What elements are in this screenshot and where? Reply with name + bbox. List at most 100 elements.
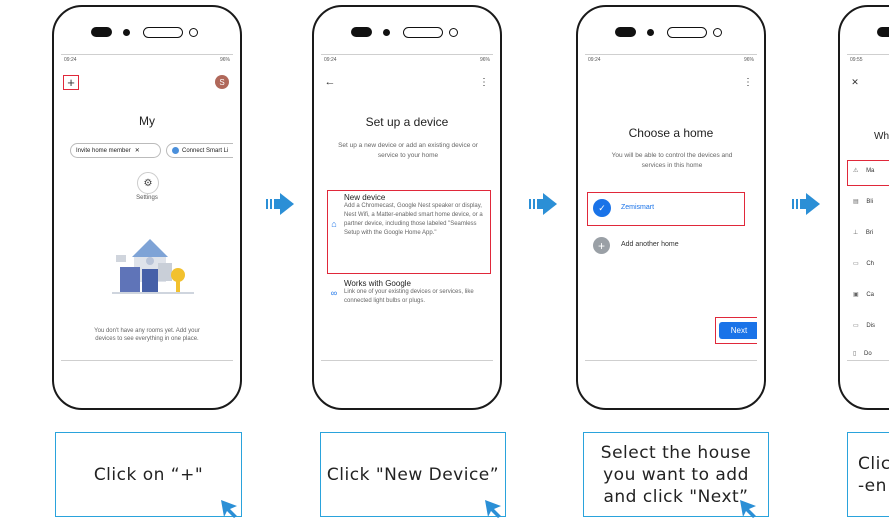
device-icon: ⚠ xyxy=(853,168,859,174)
device-item[interactable]: ⊥ Bri xyxy=(853,229,889,243)
status-battery: 96% xyxy=(479,57,490,63)
phone-4-viewport: 09:55 ✕ Wha ⚠ Ma ▤ Bli ⊥ Bri ▭ Ch ▣ xyxy=(820,0,889,420)
close-icon[interactable]: ✕ xyxy=(849,76,861,88)
status-battery: 96% xyxy=(219,57,230,63)
right-arrow-icon xyxy=(266,193,294,215)
back-arrow-icon[interactable]: ← xyxy=(323,75,337,89)
caption-text: Clic xyxy=(858,453,889,474)
status-bar: 09:24 96% xyxy=(324,57,490,63)
device-icon: ⊥ xyxy=(853,230,859,236)
chip-label: Invite home member xyxy=(76,147,131,154)
phone-3: 09:24 96% ⋮ Choose a home You will be ab… xyxy=(576,5,766,410)
phone-speaker xyxy=(314,27,500,39)
screen-4: 09:55 ✕ Wha ⚠ Ma ▤ Bli ⊥ Bri ▭ Ch ▣ xyxy=(847,54,889,361)
status-time: 09:24 xyxy=(64,57,77,63)
caption-step-1: Click on “+" xyxy=(55,432,242,518)
new-device-option[interactable]: ⌂ New device Add a Chromecast, Google Ne… xyxy=(329,191,489,271)
check-icon: ✓ xyxy=(593,199,611,217)
device-icon: ▭ xyxy=(853,261,859,267)
gear-icon[interactable]: ⚙ xyxy=(137,172,159,194)
works-with-google-option[interactable]: ∞ Works with Google Link one of your exi… xyxy=(329,279,489,319)
device-icon: ▭ xyxy=(853,323,859,329)
caption-text: Click "New Device” xyxy=(326,464,500,485)
avatar[interactable]: S xyxy=(215,75,229,89)
right-arrow-icon xyxy=(529,193,557,215)
next-button-label: Next xyxy=(730,326,748,335)
status-time: 09:24 xyxy=(324,57,337,63)
device-icon: ▣ xyxy=(853,292,859,298)
phone-speaker xyxy=(54,27,240,39)
page-subtitle: You will be able to control the devices … xyxy=(611,152,733,169)
next-button[interactable]: Next xyxy=(719,322,757,339)
device-label: Bli xyxy=(866,199,874,205)
home-label: Zemismart xyxy=(621,204,655,211)
caption-step-4: Clic -en xyxy=(847,432,889,517)
device-label: Do xyxy=(863,351,872,357)
screen-3: 09:24 96% ⋮ Choose a home You will be ab… xyxy=(585,54,757,361)
caption-text: Click on “+" xyxy=(93,464,204,485)
option-title: Works with Google xyxy=(344,279,411,288)
device-label: Dis xyxy=(866,323,876,329)
device-label: Ch xyxy=(866,261,875,267)
cursor-icon xyxy=(221,500,237,518)
status-bar: 09:55 xyxy=(850,57,889,63)
phone-speaker xyxy=(578,27,764,39)
more-vert-icon[interactable]: ⋮ xyxy=(478,75,490,89)
device-item[interactable]: ▭ Ch xyxy=(853,260,889,274)
status-bar: 09:24 96% xyxy=(64,57,230,63)
device-item[interactable]: ⚠ Ma xyxy=(853,167,889,181)
chip-label: Connect Smart Li xyxy=(182,147,229,154)
option-desc: Add a Chromecast, Google Nest speaker or… xyxy=(344,203,483,236)
phone-1: 09:24 96% + S My Invite home member ✕ Co… xyxy=(52,5,242,410)
status-time: 09:24 xyxy=(588,57,601,63)
page-title: Wha xyxy=(874,131,889,142)
device-item[interactable]: ▯ Do xyxy=(853,350,889,360)
device-icon: ▤ xyxy=(853,199,859,205)
device-icon: ▯ xyxy=(853,351,857,357)
home-item-zemismart[interactable]: ✓ Zemismart xyxy=(591,197,741,221)
phone-4: 09:55 ✕ Wha ⚠ Ma ▤ Bli ⊥ Bri ▭ Ch ▣ xyxy=(838,5,889,410)
option-desc: Link one of your existing devices or ser… xyxy=(344,289,474,304)
link-icon: ∞ xyxy=(330,288,338,298)
right-arrow-icon xyxy=(792,193,820,215)
device-label: Bri xyxy=(865,230,874,236)
empty-state-text: You don't have any rooms yet. Add your d… xyxy=(94,328,200,342)
connect-icon xyxy=(172,147,179,154)
device-item[interactable]: ▭ Dis xyxy=(853,322,889,336)
page-subtitle: Set up a new device or add an existing d… xyxy=(338,142,478,159)
more-vert-icon[interactable]: ⋮ xyxy=(742,75,754,89)
page-title: Choose a home xyxy=(628,126,714,140)
home-icon: ⌂ xyxy=(331,219,337,229)
phone-2: 09:24 96% ← ⋮ Set up a device Set up a n… xyxy=(312,5,502,410)
page-title: Set up a device xyxy=(365,115,449,129)
phone-speaker xyxy=(840,27,889,39)
avatar-letter: S xyxy=(219,77,225,87)
settings-label: Settings xyxy=(136,195,158,201)
invite-home-member-chip[interactable]: Invite home member ✕ xyxy=(70,143,161,158)
caption-step-2: Click "New Device” xyxy=(320,432,506,518)
status-battery: 96% xyxy=(743,57,754,63)
device-item[interactable]: ▤ Bli xyxy=(853,198,889,212)
caption-step-3: Select the house you want to add and cli… xyxy=(583,432,769,518)
connect-smart-chip[interactable]: Connect Smart Li xyxy=(166,143,233,158)
screen-1: 09:24 96% + S My Invite home member ✕ Co… xyxy=(61,54,233,361)
caption-text: -en xyxy=(858,475,887,496)
close-icon: ✕ xyxy=(134,148,140,154)
status-time: 09:55 xyxy=(850,57,863,63)
device-label: Ma xyxy=(866,168,875,174)
screen-2: 09:24 96% ← ⋮ Set up a device Set up a n… xyxy=(321,54,493,361)
status-bar: 09:24 96% xyxy=(588,57,754,63)
caption-text-wrap: Clic -en xyxy=(858,453,889,497)
device-item[interactable]: ▣ Ca xyxy=(853,291,889,305)
empty-rooms-illustration xyxy=(112,239,194,294)
caption-text: Select the house you want to add and cli… xyxy=(600,442,752,507)
cursor-icon xyxy=(485,500,501,518)
home-label: Add another home xyxy=(621,241,679,248)
cursor-icon xyxy=(740,500,756,518)
add-another-home-item[interactable]: + Add another home xyxy=(591,236,741,258)
page-title: My xyxy=(139,114,155,128)
device-label: Ca xyxy=(866,292,875,298)
plus-icon[interactable]: + xyxy=(64,75,78,90)
option-title: New device xyxy=(344,193,386,202)
add-circle-icon: + xyxy=(593,237,610,254)
